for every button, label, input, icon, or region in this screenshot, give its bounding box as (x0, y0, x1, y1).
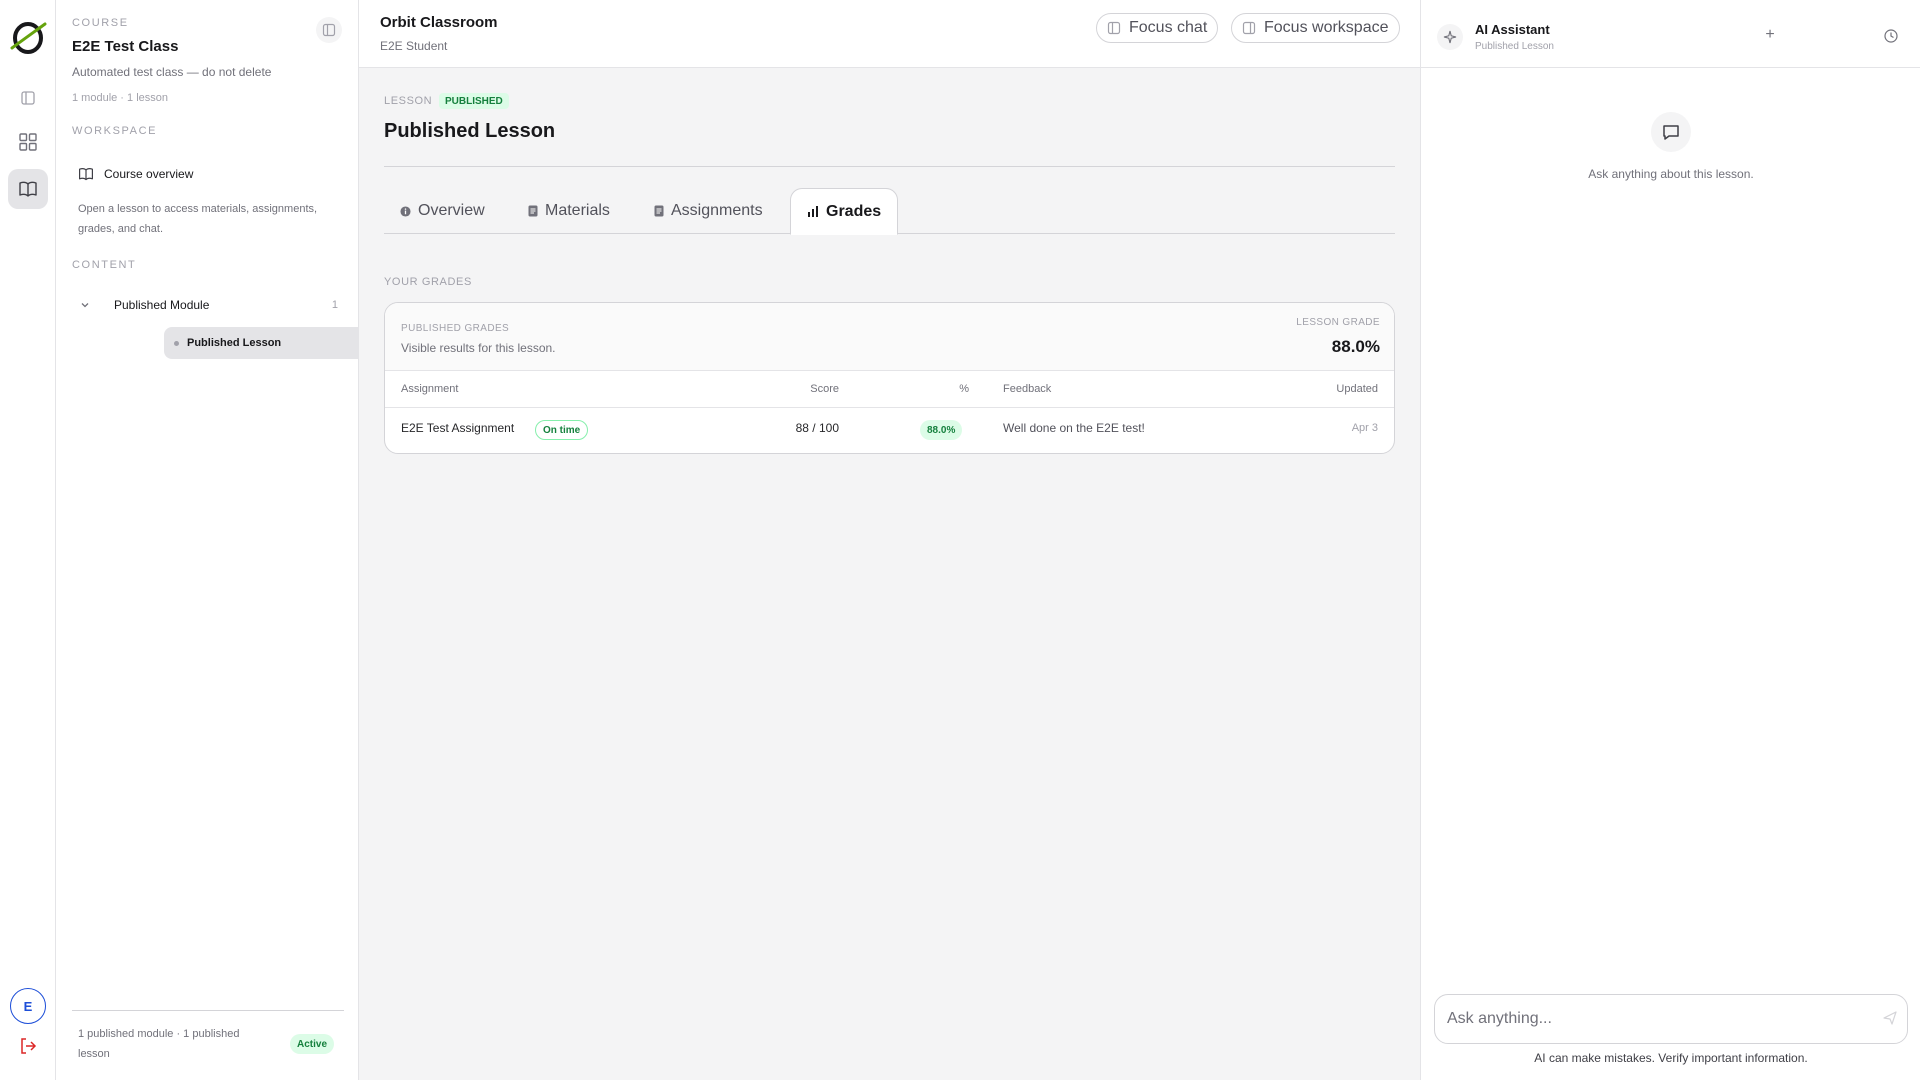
focus-chat-button[interactable]: Focus chat (1096, 13, 1219, 43)
app-rail: E (0, 0, 56, 1080)
course-overview-link[interactable]: Course overview (72, 158, 344, 190)
published-badge: PUBLISHED (439, 93, 509, 109)
column-header-percent: % (959, 383, 969, 395)
new-chat-icon[interactable]: + (1761, 26, 1779, 44)
focus-workspace-button[interactable]: Focus workspace (1231, 13, 1400, 43)
document-icon (654, 205, 664, 217)
published-grades-eyebrow: PUBLISHED GRADES (401, 323, 510, 334)
course-eyebrow: COURSE (72, 17, 129, 29)
document-icon (528, 205, 538, 217)
logout-icon[interactable] (18, 1036, 38, 1056)
top-bar: Orbit Classroom E2E Student Focus chat F… (359, 0, 1420, 68)
assistant-subtitle: Published Lesson (1475, 41, 1554, 52)
lesson-eyebrow: LESSON (384, 95, 433, 107)
sidebar-toggle-icon[interactable] (8, 78, 48, 118)
sidebar-help-text: Open a lesson to access materials, assig… (78, 203, 318, 235)
lesson-item-label: Published Lesson (187, 337, 282, 349)
course-book-icon[interactable] (8, 169, 48, 209)
percent-badge: 88.0% (920, 420, 963, 440)
chat-bubble-icon (1651, 112, 1691, 152)
ai-assistant-panel: AI Assistant Published Lesson + Ask anyt… (1420, 0, 1920, 1080)
content-eyebrow: CONTENT (72, 259, 137, 271)
tab-overview[interactable]: Overview (400, 188, 485, 234)
collapse-sidebar-button[interactable] (316, 17, 342, 43)
main-area: Orbit Classroom E2E Student Focus chat F… (359, 0, 1420, 1080)
send-icon[interactable] (1882, 1010, 1898, 1026)
column-header-assignment: Assignment (401, 383, 459, 395)
tab-grades-label: Grades (826, 202, 882, 220)
history-icon[interactable] (1883, 28, 1899, 44)
footer-summary: 1 published module · 1 published lesson (78, 1028, 240, 1060)
column-header-updated: Updated (1336, 383, 1378, 395)
page-title: Published Lesson (384, 120, 556, 142)
chevron-down-icon[interactable] (72, 299, 98, 311)
header-divider (385, 407, 1394, 408)
user-role: E2E Student (380, 39, 448, 53)
grades-card-subtitle: Visible results for this lesson. (401, 341, 556, 355)
course-meta: 1 module · 1 lesson (72, 92, 168, 104)
tab-overview-label: Overview (418, 202, 485, 219)
course-overview-label: Course overview (104, 167, 194, 181)
column-header-score: Score (810, 383, 839, 395)
module-lesson-count: 1 (331, 299, 338, 311)
focus-workspace-label: Focus workspace (1264, 19, 1389, 36)
app-title: Orbit Classroom (380, 14, 498, 31)
footer-divider (72, 1010, 344, 1011)
panel-icon (1242, 21, 1256, 35)
column-header-feedback: Feedback (1003, 383, 1052, 395)
panel-icon (322, 23, 336, 37)
module-row[interactable]: Published Module 1 (72, 293, 344, 317)
lesson-tabs: Overview Materials Assignments Grades (384, 188, 1395, 235)
your-grades-heading: YOUR GRADES (384, 276, 472, 288)
book-open-icon (79, 168, 93, 181)
grades-card-header: PUBLISHED GRADES Visible results for thi… (385, 303, 1394, 371)
tab-assignments[interactable]: Assignments (654, 188, 763, 234)
title-divider (384, 166, 1395, 167)
focus-chat-label: Focus chat (1129, 19, 1208, 36)
ai-disclaimer: AI can make mistakes. Verify important i… (1534, 1051, 1808, 1065)
tab-grades[interactable]: Grades (790, 188, 899, 235)
orbit-logo-icon[interactable] (8, 18, 48, 58)
updated-date: Apr 3 (1351, 422, 1378, 434)
status-badge: Active (290, 1034, 335, 1054)
lesson-grade-label: LESSON GRADE (1296, 317, 1380, 328)
lesson-dot-icon (174, 340, 179, 346)
on-time-badge: On time (535, 420, 589, 440)
tab-assignments-label: Assignments (671, 202, 763, 219)
assignment-name: E2E Test Assignment (401, 421, 515, 435)
bar-chart-icon (808, 206, 818, 217)
info-icon (400, 205, 411, 217)
course-sidebar: COURSE E2E Test Class Automated test cla… (56, 0, 394, 1080)
score-value: 88 / 100 (795, 421, 839, 435)
tab-materials-label: Materials (545, 202, 610, 219)
module-name: Published Module (114, 298, 210, 312)
lesson-grade-value: 88.0% (1331, 337, 1380, 356)
dashboard-grid-icon[interactable] (8, 122, 48, 162)
panel-icon (1107, 21, 1121, 35)
course-title: E2E Test Class (72, 38, 179, 55)
user-avatar[interactable]: E (10, 988, 46, 1024)
course-description: Automated test class — do not delete (72, 65, 272, 79)
assistant-header: AI Assistant Published Lesson + (1421, 0, 1920, 68)
workspace-eyebrow: WORKSPACE (72, 125, 158, 137)
chat-input[interactable] (1434, 994, 1908, 1044)
sparkle-icon (1437, 24, 1463, 50)
feedback-text: Well done on the E2E test! (1003, 421, 1145, 435)
assistant-empty-text: Ask anything about this lesson. (1588, 167, 1754, 181)
tab-materials[interactable]: Materials (528, 188, 610, 234)
grades-card: PUBLISHED GRADES Visible results for thi… (384, 302, 1395, 454)
assistant-title: AI Assistant (1475, 22, 1550, 37)
